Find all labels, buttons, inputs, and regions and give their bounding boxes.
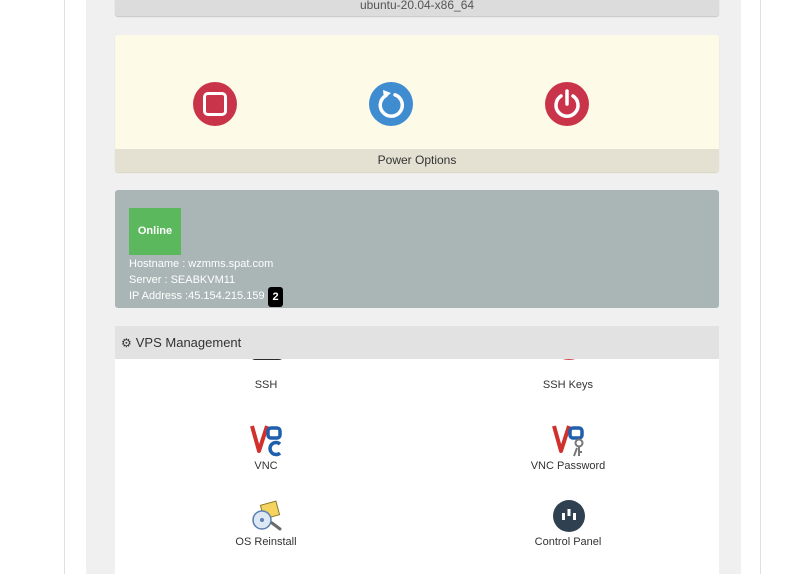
frame-left-border xyxy=(64,0,65,574)
vnc-password-icon xyxy=(552,425,584,457)
server-status-panel: Online Hostname : wzmms.spat.com Server … xyxy=(115,190,719,308)
vps-management-header: ⚙ VPS Management xyxy=(115,326,719,359)
control-panel-label: Control Panel xyxy=(534,536,602,548)
counter-badge: 2 xyxy=(268,287,283,307)
gear-icon: ⚙ xyxy=(121,336,132,350)
server-text: Server : SEABKVM11 xyxy=(129,274,236,286)
vnc-icon xyxy=(250,425,282,457)
power-options-label: Power Options xyxy=(115,149,719,172)
page: ubuntu-20.04-x86_64 Power Options Online… xyxy=(0,0,800,574)
hostname-text: Hostname : wzmms.spat.com xyxy=(129,258,274,270)
frame-right-border xyxy=(760,0,761,574)
os-label-bar: ubuntu-20.04-x86_64 xyxy=(115,0,719,16)
restart-icon xyxy=(378,90,405,118)
power-options-panel: Power Options xyxy=(115,35,719,172)
stop-icon xyxy=(203,92,227,116)
ssh-keys-label: SSH Keys xyxy=(542,379,594,391)
power-button[interactable] xyxy=(545,82,589,126)
control-panel-icon xyxy=(553,500,585,532)
vps-management-panel: ⚙ VPS Management SSH SSH Keys VNC VNC Pa… xyxy=(115,326,719,574)
online-status-badge: Online xyxy=(129,208,181,255)
vnc-password-label: VNC Password xyxy=(530,460,606,472)
ip-address-text: IP Address :45.154.215.159 xyxy=(129,290,265,302)
vnc-label: VNC xyxy=(254,460,278,472)
stop-button[interactable] xyxy=(193,82,237,126)
os-reinstall-icon xyxy=(252,500,282,531)
ssh-label: SSH xyxy=(254,379,278,391)
os-reinstall-label: OS Reinstall xyxy=(235,536,297,548)
power-icon xyxy=(554,89,580,118)
restart-button[interactable] xyxy=(369,82,413,126)
vps-management-title: VPS Management xyxy=(135,335,242,350)
